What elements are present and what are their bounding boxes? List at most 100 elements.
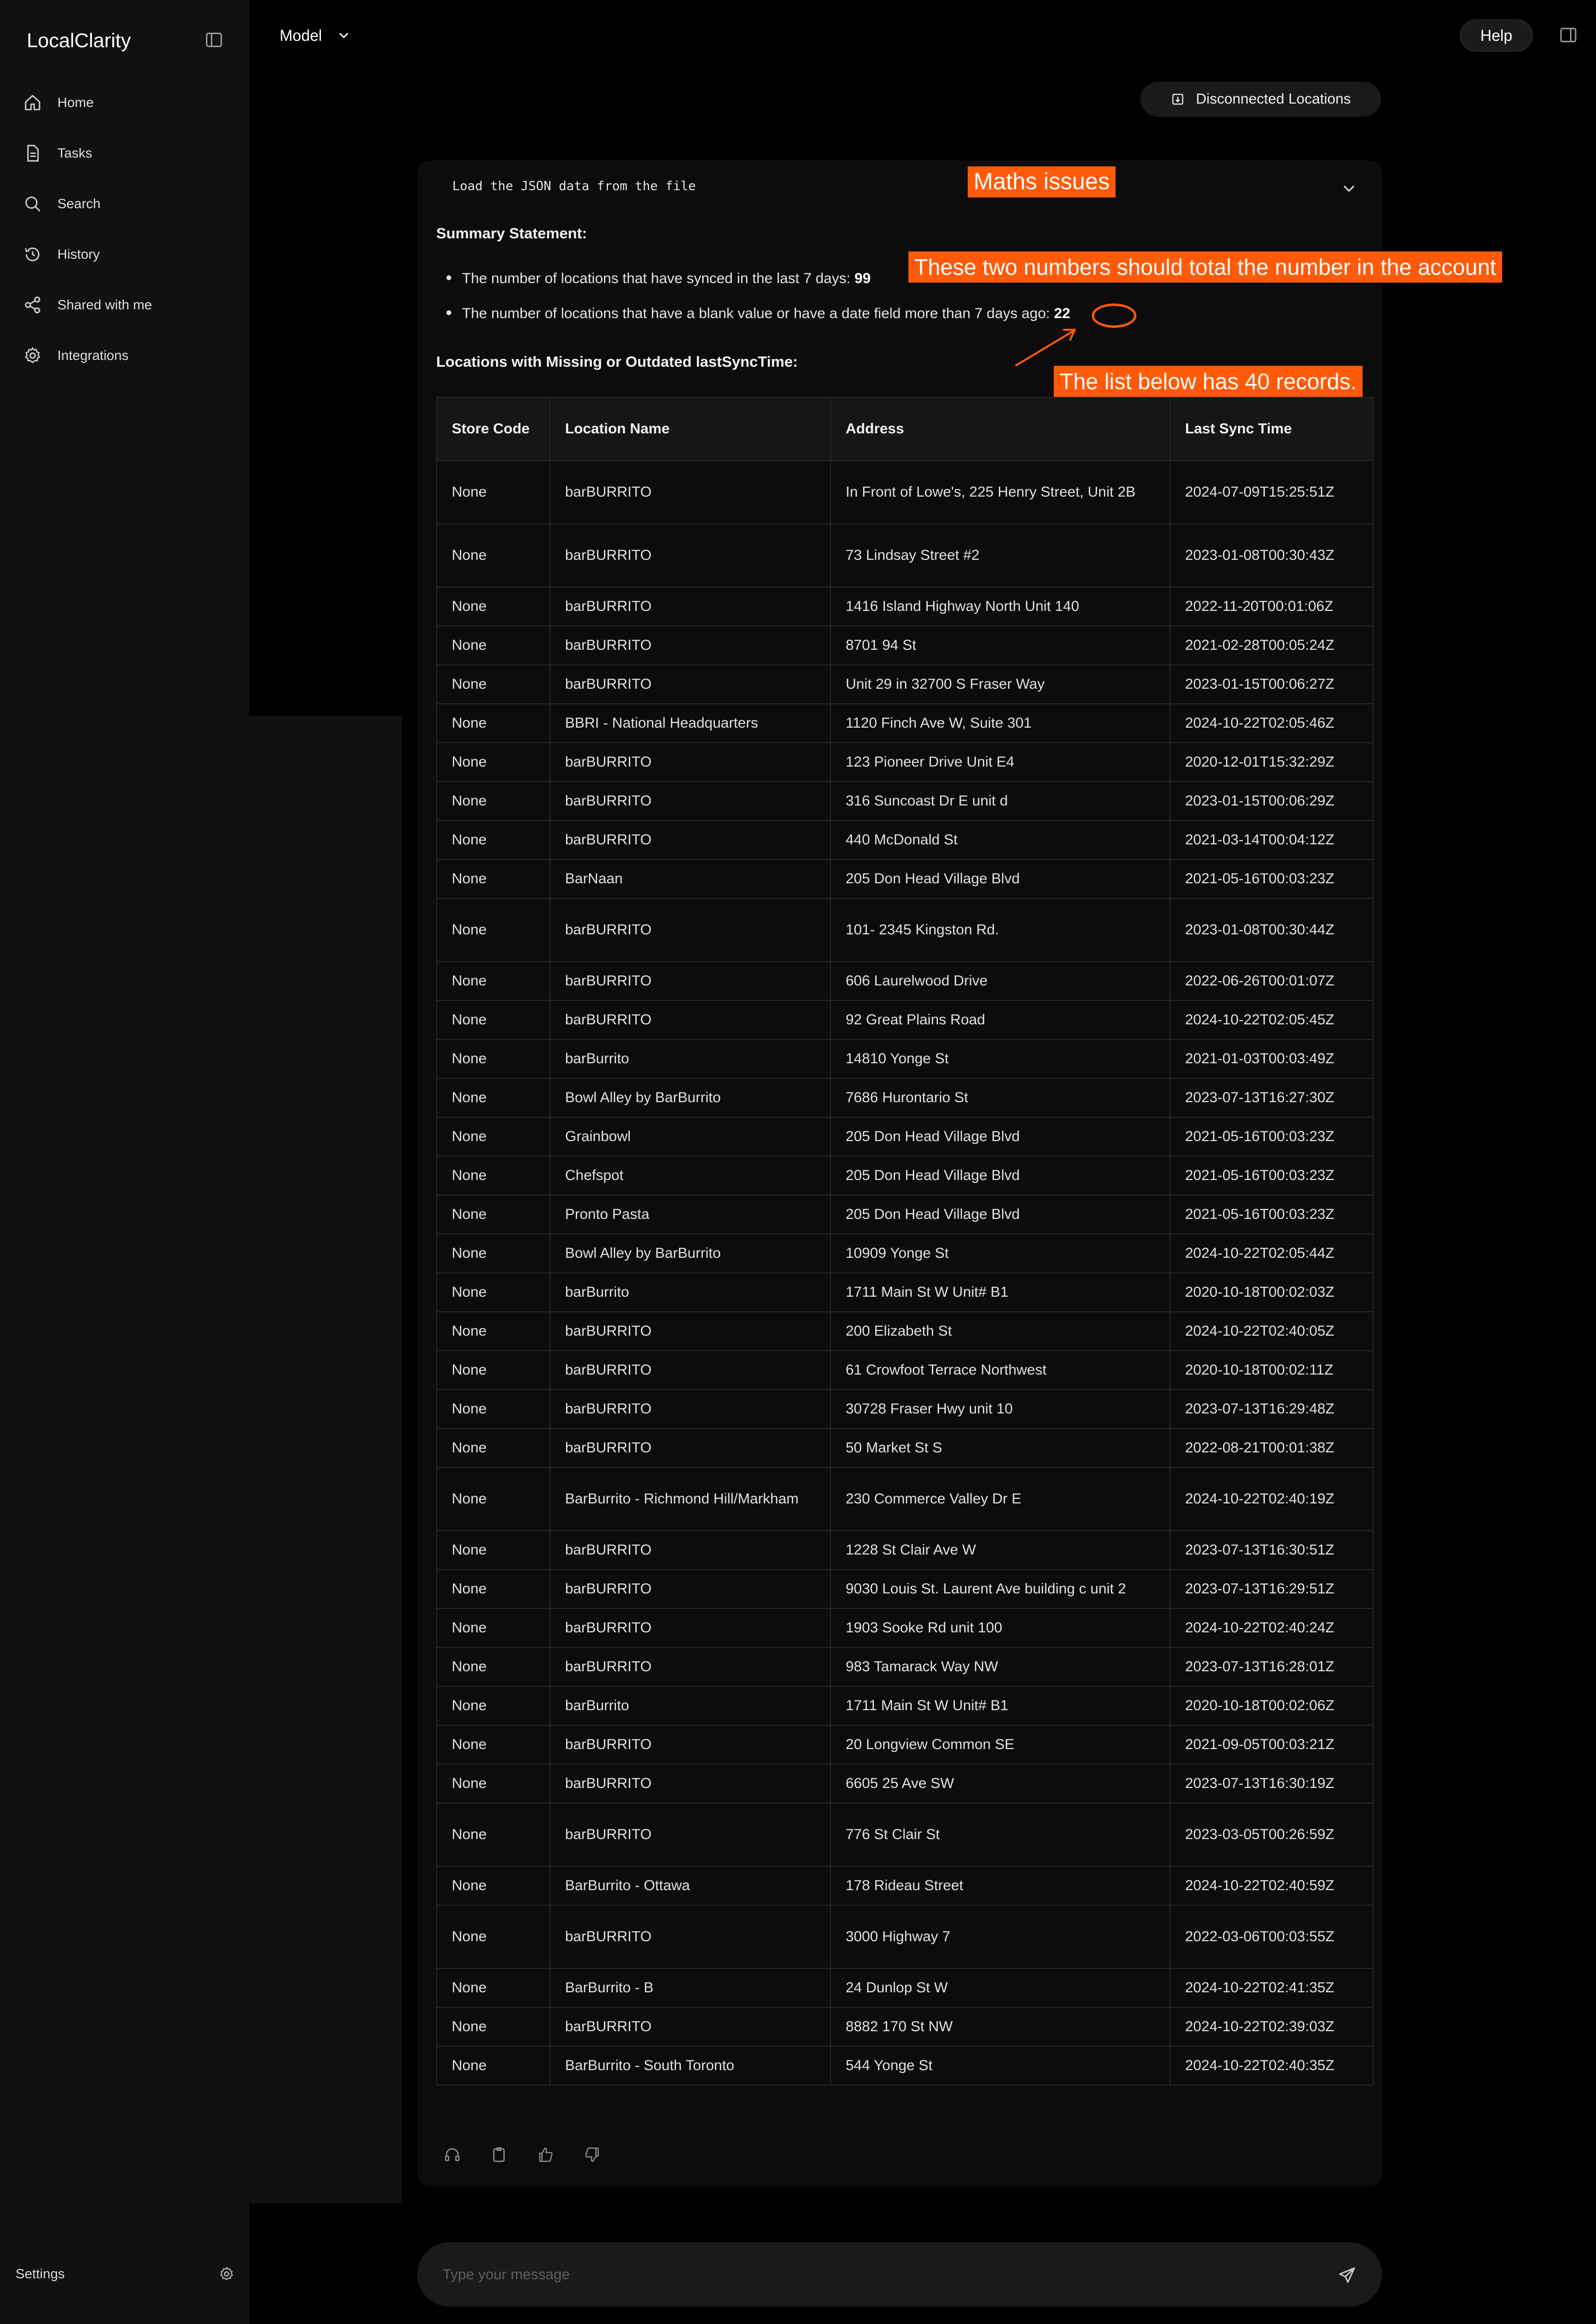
- table-row: None barBURRITO 20 Longview Common SE 2021-…: [436, 1725, 1374, 1765]
- panel-toggle-icon: [1560, 28, 1577, 42]
- store-code-cell: None: [436, 1000, 550, 1040]
- search-icon: [23, 195, 53, 213]
- thumbs-down-button[interactable]: [584, 2146, 601, 2163]
- location-name-cell: barBURRITO: [550, 961, 831, 1001]
- store-code-cell: None: [436, 1725, 550, 1765]
- address-cell: 1416 Island Highway North Unit 140: [830, 587, 1170, 626]
- help-button[interactable]: Help: [1460, 19, 1533, 52]
- table-row: None barBURRITO 73 Lindsay Street #2 2023-0…: [436, 523, 1374, 588]
- last-sync-cell: 2020-12-01T15:32:29Z: [1170, 742, 1374, 782]
- location-name-cell: barBURRITO: [550, 460, 831, 524]
- last-sync-cell: 2022-03-06T00:03:55Z: [1170, 1905, 1374, 1969]
- location-name-cell: Bowl Alley by BarBurrito: [550, 1234, 831, 1273]
- store-code-cell: None: [436, 1272, 550, 1312]
- store-code-cell: None: [436, 742, 550, 782]
- last-sync-cell: 2023-01-15T00:06:29Z: [1170, 781, 1374, 821]
- sidebar-item-home[interactable]: Home: [23, 86, 228, 120]
- location-name-cell: Pronto Pasta: [550, 1195, 831, 1234]
- listen-button[interactable]: [443, 2146, 461, 2163]
- annotation-maths-issues: Maths issues: [968, 166, 1116, 197]
- store-code-cell: None: [436, 1156, 550, 1196]
- last-sync-cell: 2024-10-22T02:40:59Z: [1170, 1866, 1374, 1906]
- last-sync-cell: 2023-01-08T00:30:44Z: [1170, 898, 1374, 962]
- code-line: Load the JSON data from the file: [452, 179, 696, 194]
- bullet-text: The number of locations that have synced…: [462, 270, 855, 286]
- location-name-cell: BarBurrito - South Toronto: [550, 2046, 831, 2086]
- settings-button[interactable]: Settings: [16, 2259, 234, 2288]
- address-cell: 606 Laurelwood Drive: [830, 961, 1170, 1001]
- sidebar-item-integrations[interactable]: Integrations: [23, 339, 228, 373]
- sidebar-item-history[interactable]: History: [23, 237, 228, 271]
- last-sync-cell: 2024-10-22T02:39:03Z: [1170, 2007, 1374, 2047]
- store-code-cell: None: [436, 1764, 550, 1804]
- store-code-cell: None: [436, 1968, 550, 2008]
- store-code-cell: None: [436, 460, 550, 524]
- location-name-cell: barBURRITO: [550, 1311, 831, 1351]
- store-code-cell: None: [436, 1078, 550, 1118]
- address-cell: 3000 Highway 7: [830, 1905, 1170, 1969]
- location-name-cell: barBURRITO: [550, 1530, 831, 1570]
- sidebar-item-label: Shared with me: [57, 297, 152, 312]
- last-sync-cell: 2024-10-22T02:40:24Z: [1170, 1608, 1374, 1648]
- thumbs-up-button[interactable]: [537, 2146, 554, 2163]
- table-row: None barBURRITO 1228 St Clair Ave W 2023-07…: [436, 1530, 1374, 1570]
- address-cell: 10909 Yonge St: [830, 1234, 1170, 1273]
- table-row: None BarBurrito - Richmond Hill/Markham 23…: [436, 1467, 1374, 1531]
- address-cell: Unit 29 in 32700 S Fraser Way: [830, 664, 1170, 704]
- store-code-cell: None: [436, 1039, 550, 1079]
- sidebar-item-shared[interactable]: Shared with me: [23, 288, 228, 322]
- summary-bullet-synced: The number of locations that have synced…: [446, 270, 871, 287]
- table-row: None barBurrito 1711 Main St W Unit# B1 202…: [436, 1272, 1374, 1312]
- synced-count: 99: [854, 270, 871, 286]
- address-cell: 983 Tamarack Way NW: [830, 1647, 1170, 1687]
- column-header: Location Name: [550, 397, 831, 461]
- store-code-cell: None: [436, 1350, 550, 1390]
- summary-bullet-outdated: The number of locations that have a blan…: [446, 305, 1070, 322]
- expand-button[interactable]: [1340, 180, 1358, 197]
- sidebar-item-search[interactable]: Search: [23, 187, 228, 221]
- sidebar-item-label: Integrations: [57, 348, 129, 363]
- table-row: None barBURRITO 983 Tamarack Way NW 2023-07…: [436, 1647, 1374, 1687]
- panel-toggle-button[interactable]: [1559, 25, 1578, 45]
- disconnected-locations-button[interactable]: Disconnected Locations: [1140, 82, 1381, 117]
- location-name-cell: barBURRITO: [550, 1389, 831, 1429]
- annotation-arrow: [1014, 329, 1077, 367]
- location-name-cell: barBurrito: [550, 1272, 831, 1312]
- sidebar-toggle-icon: [206, 33, 222, 47]
- last-sync-cell: 2022-08-21T00:01:38Z: [1170, 1428, 1374, 1468]
- store-code-cell: None: [436, 1467, 550, 1531]
- address-cell: 30728 Fraser Hwy unit 10: [830, 1389, 1170, 1429]
- sidebar-item-label: Tasks: [57, 145, 92, 161]
- location-name-cell: barBURRITO: [550, 1647, 831, 1687]
- table-row: None barBURRITO In Front of Lowe's, 225 He…: [436, 460, 1374, 524]
- location-name-cell: barBURRITO: [550, 742, 831, 782]
- table-row: None barBURRITO 8701 94 St 2021-02-28T00:05…: [436, 626, 1374, 665]
- location-name-cell: barBurrito: [550, 1686, 831, 1726]
- address-cell: 544 Yonge St: [830, 2046, 1170, 2086]
- last-sync-cell: 2021-05-16T00:03:23Z: [1170, 859, 1374, 899]
- address-cell: 14810 Yonge St: [830, 1039, 1170, 1079]
- location-name-cell: BarBurrito - Richmond Hill/Markham: [550, 1467, 831, 1531]
- last-sync-cell: 2024-10-22T02:41:35Z: [1170, 1968, 1374, 2008]
- sidebar-toggle-button[interactable]: [204, 30, 224, 50]
- store-code-cell: None: [436, 781, 550, 821]
- location-name-cell: barBURRITO: [550, 1905, 831, 1969]
- address-cell: 776 St Clair St: [830, 1803, 1170, 1867]
- store-code-cell: None: [436, 1530, 550, 1570]
- model-dropdown[interactable]: Model: [280, 23, 351, 48]
- sidebar-item-tasks[interactable]: Tasks: [23, 136, 228, 170]
- list-heading: Locations with Missing or Outdated lastS…: [436, 353, 798, 370]
- table-row: None barBURRITO 9030 Louis St. Laurent Ave…: [436, 1569, 1374, 1609]
- location-name-cell: barBURRITO: [550, 664, 831, 704]
- store-code-cell: None: [436, 523, 550, 588]
- store-code-cell: None: [436, 1234, 550, 1273]
- send-button[interactable]: [1337, 2266, 1357, 2285]
- location-name-cell: barBurrito: [550, 1039, 831, 1079]
- location-name-cell: barBURRITO: [550, 1569, 831, 1609]
- last-sync-cell: 2024-10-22T02:05:44Z: [1170, 1234, 1374, 1273]
- last-sync-cell: 2024-07-09T15:25:51Z: [1170, 460, 1374, 524]
- copy-button[interactable]: [490, 2146, 508, 2163]
- table-row: None BarBurrito - B 24 Dunlop St W 2024-10-…: [436, 1968, 1374, 2008]
- address-cell: 101- 2345 Kingston Rd.: [830, 898, 1170, 962]
- message-input[interactable]: [442, 2242, 1319, 2307]
